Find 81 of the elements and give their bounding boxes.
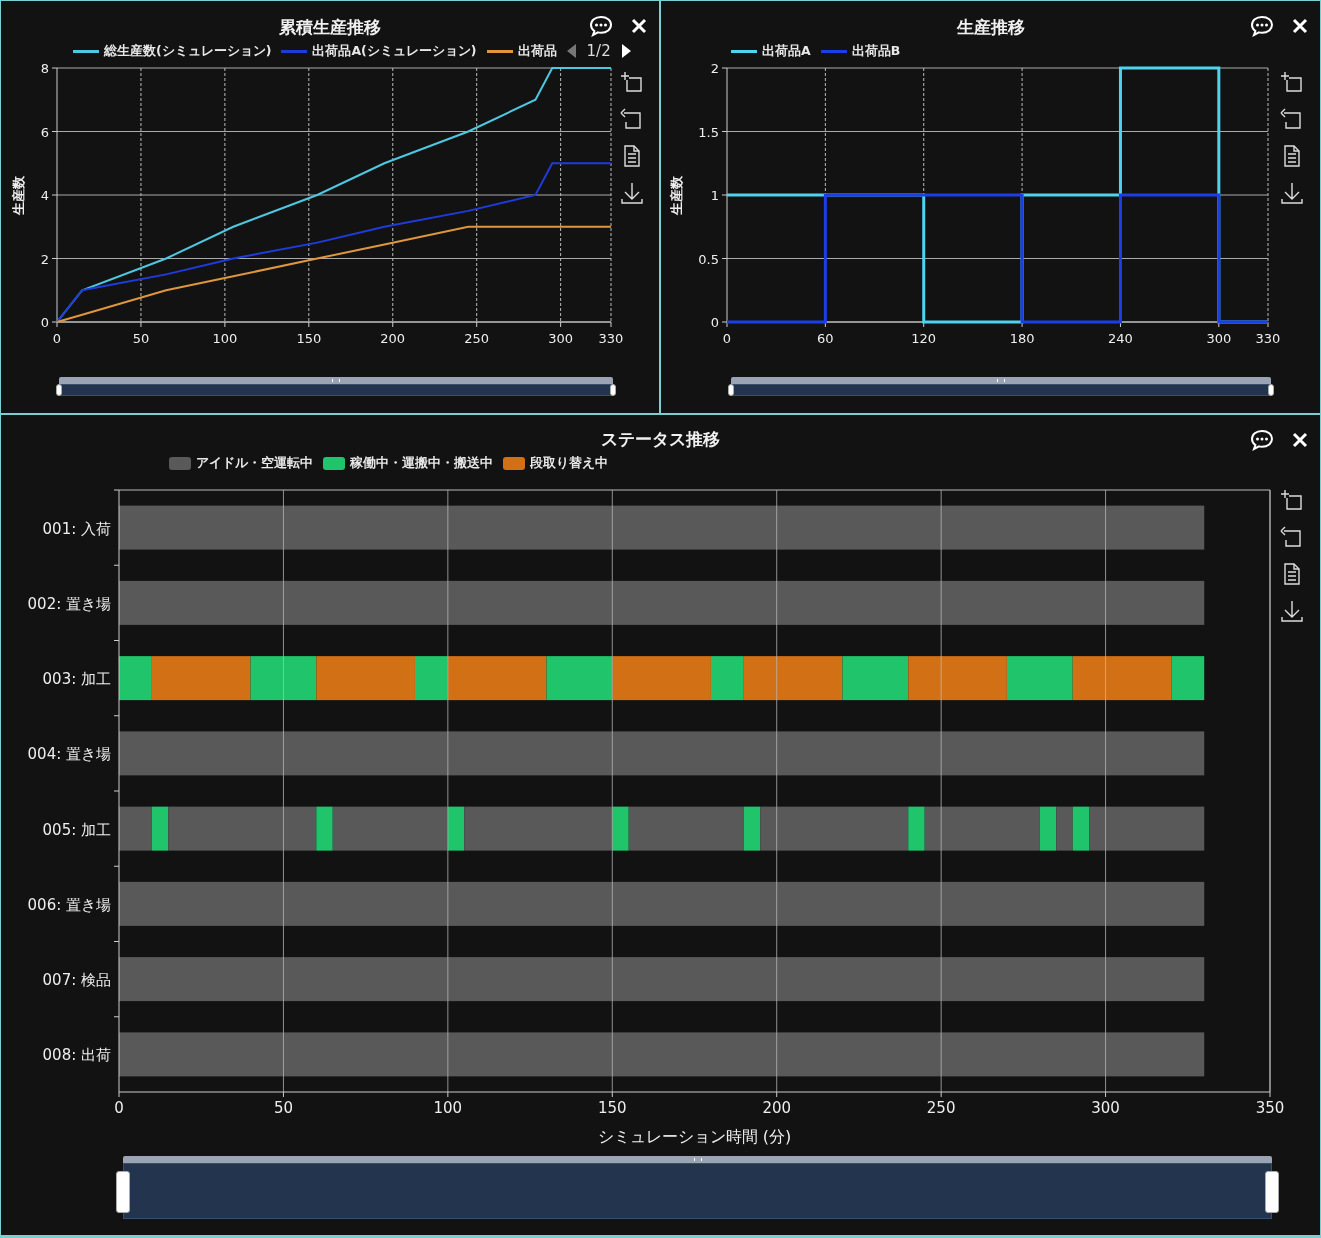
slider-handle[interactable] xyxy=(116,1171,130,1213)
next-page-icon[interactable] xyxy=(620,44,631,58)
slider-handle[interactable] xyxy=(728,384,734,396)
zoom-area-icon[interactable] xyxy=(620,71,644,94)
row-label: 006: 置き場 xyxy=(27,895,111,914)
row-label: 007: 検品 xyxy=(42,971,111,990)
axis-label: 330 xyxy=(598,331,624,346)
slider-handle[interactable] xyxy=(56,384,62,396)
axis-label: 200 xyxy=(762,1099,792,1117)
range-slider[interactable] xyxy=(727,377,1275,397)
close-icon[interactable] xyxy=(1292,432,1308,448)
download-icon[interactable] xyxy=(620,182,644,205)
axis-label: 1 xyxy=(710,188,719,203)
download-icon[interactable] xyxy=(1280,182,1304,205)
axis-label: 300 xyxy=(1091,1099,1120,1117)
restore-icon[interactable] xyxy=(1280,526,1304,549)
slider-handle[interactable] xyxy=(1265,1171,1279,1213)
legend-item[interactable]: 出荷品 xyxy=(486,42,557,60)
range-slider[interactable] xyxy=(115,1156,1280,1220)
legend-item[interactable]: 稼働中・運搬中・搬送中 xyxy=(323,454,493,472)
restore-icon[interactable] xyxy=(620,108,644,131)
legend-item[interactable]: 出荷品A(シミュレーション) xyxy=(281,42,477,60)
close-icon[interactable] xyxy=(631,18,647,34)
axis-label: 180 xyxy=(1009,331,1035,346)
axis-label: 4 xyxy=(40,188,49,203)
axis-label: 250 xyxy=(926,1099,956,1117)
axis-label: 300 xyxy=(1206,331,1232,346)
chart-title: 累積生産推移 xyxy=(279,16,381,39)
axis-label: 250 xyxy=(464,331,490,346)
legend-item[interactable]: 出荷品A xyxy=(731,42,811,60)
slider-handle[interactable] xyxy=(610,384,616,396)
row-label: 003: 加工 xyxy=(42,670,111,689)
axis-label: 6 xyxy=(40,124,49,140)
axis-label: 150 xyxy=(597,1099,627,1117)
axis-label: 1.5 xyxy=(698,124,719,140)
row-label: 008: 出荷 xyxy=(42,1046,111,1065)
zoom-area-icon[interactable] xyxy=(1280,71,1304,94)
axis-label: 330 xyxy=(1255,331,1281,346)
axis-label: 300 xyxy=(548,331,574,346)
range-slider[interactable] xyxy=(55,377,617,397)
axis-label: 0 xyxy=(52,331,62,346)
axis-label: 120 xyxy=(911,331,937,346)
axis-label: 0 xyxy=(710,315,719,330)
comment-icon[interactable] xyxy=(1250,429,1274,451)
axis-label: 100 xyxy=(212,331,238,346)
axis-label: 50 xyxy=(273,1099,293,1117)
axis-label: 200 xyxy=(380,331,406,346)
axis-label: 350 xyxy=(1255,1099,1285,1117)
axis-title: 生産数 xyxy=(669,175,684,215)
legend-item[interactable]: 総生産数(シミュレーション) xyxy=(73,42,272,60)
legend-item[interactable]: 段取り替え中 xyxy=(503,454,608,472)
row-label: 005: 加工 xyxy=(42,820,111,839)
axis-label: 150 xyxy=(296,331,322,346)
legend-item[interactable]: アイドル・空運転中 xyxy=(169,454,313,472)
axis-title: 生産数 xyxy=(11,175,26,215)
legend-item[interactable]: 出荷品B xyxy=(820,42,901,60)
axis-label: 50 xyxy=(132,331,150,346)
axis-label: 8 xyxy=(40,61,49,76)
comment-icon[interactable] xyxy=(1250,15,1274,37)
axis-label: 2 xyxy=(40,251,49,267)
slider-handle[interactable] xyxy=(1268,384,1274,396)
axis-label: 100 xyxy=(433,1099,463,1117)
axis-label: 0 xyxy=(40,315,49,330)
chart-title: 生産推移 xyxy=(956,16,1025,39)
axis-label: 2 xyxy=(710,61,719,76)
axis-label: 0.5 xyxy=(698,251,719,267)
axis-label: 60 xyxy=(817,331,834,346)
axis-label: 0 xyxy=(114,1099,124,1117)
chart-title: ステータス推移 xyxy=(601,428,720,451)
axis-label: 0 xyxy=(722,331,732,346)
restore-icon[interactable] xyxy=(1280,108,1304,131)
download-icon[interactable] xyxy=(1280,600,1304,623)
comment-icon[interactable] xyxy=(589,15,613,37)
row-label: 001: 入荷 xyxy=(42,519,111,538)
page-indicator: 1/2 xyxy=(586,42,611,60)
row-label: 002: 置き場 xyxy=(27,594,111,613)
axis-title: シミュレーション時間 (分) xyxy=(597,1127,792,1146)
row-label: 004: 置き場 xyxy=(27,745,111,764)
zoom-area-icon[interactable] xyxy=(1280,489,1304,512)
close-icon[interactable] xyxy=(1292,18,1308,34)
axis-label: 240 xyxy=(1108,331,1133,346)
